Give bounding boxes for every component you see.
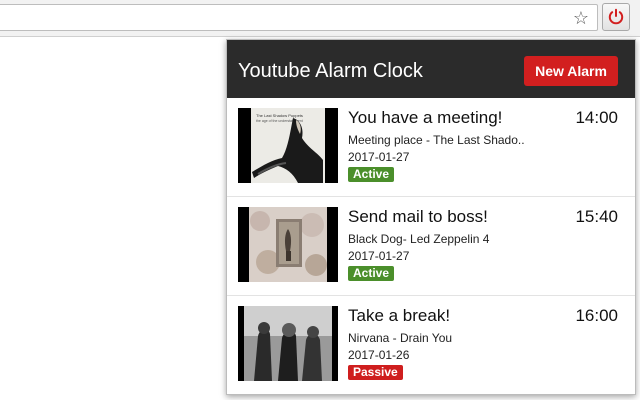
alarm-song: Meeting place - The Last Shado.. <box>348 133 525 147</box>
alarm-title: Take a break! <box>348 306 451 325</box>
browser-toolbar: ☆ <box>0 0 640 37</box>
alarm-song: Nirvana - Drain You <box>348 331 453 345</box>
star-icon[interactable]: ☆ <box>573 8 589 28</box>
status-badge: Passive <box>348 365 403 380</box>
address-bar[interactable]: ☆ <box>0 4 598 31</box>
status-badge: Active <box>348 167 395 182</box>
alarm-time: 16:00 <box>575 306 618 325</box>
popup-title: Youtube Alarm Clock <box>238 60 423 82</box>
popup-header: Youtube Alarm Clock New Alarm <box>227 40 635 98</box>
alarm-popup: Youtube Alarm Clock New Alarm The Last S… <box>226 39 636 395</box>
alarm-item[interactable]: The Last Shadow Puppets the age of the u… <box>227 98 635 197</box>
status-badge: Active <box>348 266 395 281</box>
alarm-time: 14:00 <box>575 108 618 127</box>
svg-text:The Last Shadow Puppets: The Last Shadow Puppets <box>256 113 303 118</box>
alarm-date: 2017-01-27 <box>348 249 410 263</box>
alarm-title: You have a meeting! <box>348 108 503 127</box>
alarm-time: 15:40 <box>575 207 618 226</box>
alarm-item[interactable]: Take a break! 16:00 Nirvana - Drain You … <box>227 296 635 394</box>
power-icon <box>608 8 624 25</box>
alarm-date: 2017-01-27 <box>348 150 410 164</box>
alarm-thumbnail <box>238 306 338 381</box>
alarm-item[interactable]: Send mail to boss! 15:40 Black Dog- Led … <box>227 197 635 296</box>
alarm-thumbnail: The Last Shadow Puppets the age of the u… <box>238 108 338 183</box>
alarm-song: Black Dog- Led Zeppelin 4 <box>348 232 490 246</box>
extension-button[interactable] <box>602 3 630 31</box>
alarm-date: 2017-01-26 <box>348 348 410 362</box>
alarm-title: Send mail to boss! <box>348 207 488 226</box>
alarm-list: The Last Shadow Puppets the age of the u… <box>227 98 635 394</box>
new-alarm-button[interactable]: New Alarm <box>524 56 618 86</box>
alarm-thumbnail <box>238 207 338 282</box>
